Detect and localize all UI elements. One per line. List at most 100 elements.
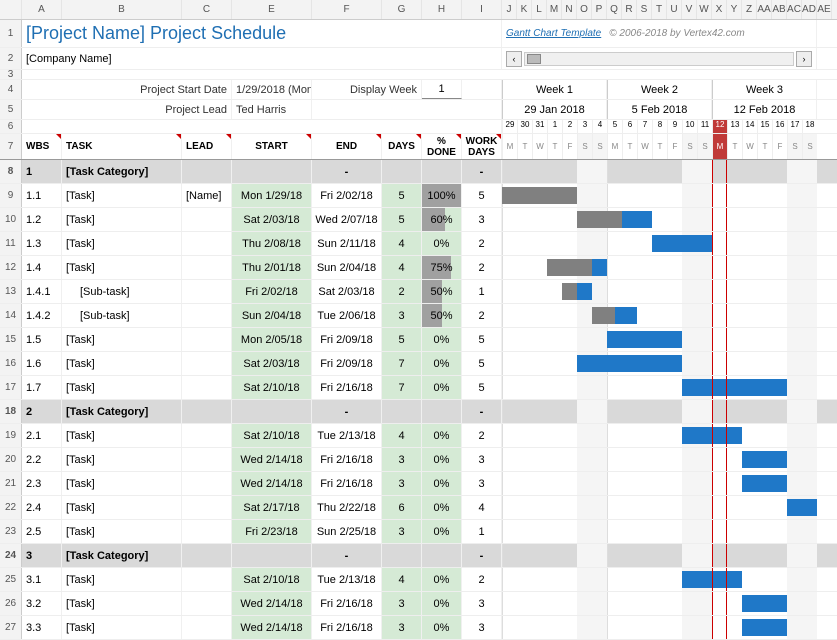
col-header[interactable]: C <box>182 0 232 19</box>
lead-cell[interactable] <box>182 520 232 543</box>
lead-cell[interactable] <box>182 208 232 231</box>
display-week-input[interactable]: 1 <box>422 80 462 99</box>
days-cell[interactable]: 3 <box>382 304 422 327</box>
task-cell[interactable]: [Task Category] <box>62 544 182 567</box>
column-header[interactable]: WORK DAYS <box>462 134 502 159</box>
wbs-cell[interactable]: 3.1 <box>22 568 62 591</box>
wbs-cell[interactable]: 2.5 <box>22 520 62 543</box>
task-cell[interactable]: [Sub-task] <box>62 304 182 327</box>
start-cell[interactable] <box>232 160 312 183</box>
start-cell[interactable]: Sat 2/03/18 <box>232 352 312 375</box>
workdays-cell[interactable]: 2 <box>462 304 502 327</box>
wbs-cell[interactable]: 1.4 <box>22 256 62 279</box>
days-cell[interactable] <box>382 160 422 183</box>
wbs-cell[interactable]: 1.2 <box>22 208 62 231</box>
col-header[interactable]: X <box>712 0 727 19</box>
row-header[interactable]: 17 <box>0 376 22 399</box>
col-header[interactable]: M <box>547 0 562 19</box>
wbs-cell[interactable]: 2.1 <box>22 424 62 447</box>
pct-cell[interactable]: 60% <box>422 208 462 231</box>
start-cell[interactable]: Wed 2/14/18 <box>232 448 312 471</box>
col-header[interactable]: G <box>382 0 422 19</box>
start-cell[interactable]: Mon 2/05/18 <box>232 328 312 351</box>
pct-cell[interactable] <box>422 544 462 567</box>
days-cell[interactable]: 4 <box>382 568 422 591</box>
end-cell[interactable]: Fri 2/16/18 <box>312 472 382 495</box>
wbs-cell[interactable]: 1 <box>22 160 62 183</box>
start-cell[interactable]: Sat 2/10/18 <box>232 424 312 447</box>
workdays-cell[interactable]: 3 <box>462 616 502 639</box>
col-header[interactable]: K <box>517 0 532 19</box>
row-header[interactable]: 26 <box>0 592 22 615</box>
task-cell[interactable]: [Task] <box>62 352 182 375</box>
workdays-cell[interactable]: 1 <box>462 280 502 303</box>
col-header[interactable]: J <box>502 0 517 19</box>
task-cell[interactable]: [Task] <box>62 472 182 495</box>
start-cell[interactable]: Wed 2/14/18 <box>232 616 312 639</box>
end-cell[interactable]: Tue 2/06/18 <box>312 304 382 327</box>
pct-cell[interactable]: 0% <box>422 472 462 495</box>
workdays-cell[interactable]: 1 <box>462 520 502 543</box>
scroll-right-button[interactable]: › <box>796 51 812 67</box>
wbs-cell[interactable]: 3.3 <box>22 616 62 639</box>
scroll-left-button[interactable]: ‹ <box>506 51 522 67</box>
col-header[interactable]: V <box>682 0 697 19</box>
start-cell[interactable]: Sat 2/10/18 <box>232 376 312 399</box>
lead-cell[interactable] <box>182 232 232 255</box>
row-header[interactable]: 23 <box>0 520 22 543</box>
days-cell[interactable]: 4 <box>382 424 422 447</box>
wbs-cell[interactable]: 2.2 <box>22 448 62 471</box>
wbs-cell[interactable]: 1.4.2 <box>22 304 62 327</box>
days-cell[interactable]: 3 <box>382 592 422 615</box>
task-cell[interactable]: [Task] <box>62 568 182 591</box>
col-header[interactable]: U <box>667 0 682 19</box>
col-header[interactable]: P <box>592 0 607 19</box>
row-header[interactable]: 4 <box>0 80 22 99</box>
workdays-cell[interactable]: - <box>462 160 502 183</box>
column-header[interactable]: END <box>312 134 382 159</box>
start-cell[interactable]: Mon 1/29/18 <box>232 184 312 207</box>
col-header[interactable]: Q <box>607 0 622 19</box>
row-header[interactable]: 20 <box>0 448 22 471</box>
days-cell[interactable]: 2 <box>382 280 422 303</box>
lead-cell[interactable] <box>182 328 232 351</box>
task-cell[interactable]: [Task] <box>62 520 182 543</box>
column-header[interactable]: TASK <box>62 134 182 159</box>
pct-cell[interactable]: 100% <box>422 184 462 207</box>
days-cell[interactable]: 7 <box>382 376 422 399</box>
workdays-cell[interactable]: 2 <box>462 424 502 447</box>
row-header[interactable]: 14 <box>0 304 22 327</box>
col-header[interactable]: F <box>312 0 382 19</box>
lead-cell[interactable] <box>182 616 232 639</box>
pct-cell[interactable] <box>422 160 462 183</box>
scroll-track[interactable] <box>524 52 794 66</box>
lead-cell[interactable] <box>182 256 232 279</box>
pct-cell[interactable]: 50% <box>422 280 462 303</box>
workdays-cell[interactable]: 4 <box>462 496 502 519</box>
col-header[interactable]: AE <box>817 0 832 19</box>
row-header[interactable]: 5 <box>0 100 22 119</box>
workdays-cell[interactable]: 3 <box>462 448 502 471</box>
pct-cell[interactable]: 0% <box>422 496 462 519</box>
row-header[interactable]: 8 <box>0 160 22 183</box>
end-cell[interactable]: Thu 2/22/18 <box>312 496 382 519</box>
project-lead-value[interactable]: Ted Harris <box>232 100 312 119</box>
days-cell[interactable]: 5 <box>382 328 422 351</box>
col-header[interactable]: B <box>62 0 182 19</box>
pct-cell[interactable]: 0% <box>422 448 462 471</box>
end-cell[interactable]: Sun 2/25/18 <box>312 520 382 543</box>
end-cell[interactable]: Tue 2/13/18 <box>312 568 382 591</box>
row-header[interactable]: 15 <box>0 328 22 351</box>
col-header[interactable]: AD <box>802 0 817 19</box>
col-header[interactable]: AA <box>757 0 772 19</box>
lead-cell[interactable] <box>182 400 232 423</box>
col-header[interactable]: E <box>232 0 312 19</box>
row-header[interactable]: 22 <box>0 496 22 519</box>
lead-cell[interactable]: [Name] <box>182 184 232 207</box>
pct-cell[interactable]: 75% <box>422 256 462 279</box>
task-cell[interactable]: [Task] <box>62 376 182 399</box>
wbs-cell[interactable]: 3 <box>22 544 62 567</box>
start-cell[interactable]: Thu 2/01/18 <box>232 256 312 279</box>
days-cell[interactable]: 3 <box>382 616 422 639</box>
column-header[interactable]: START <box>232 134 312 159</box>
